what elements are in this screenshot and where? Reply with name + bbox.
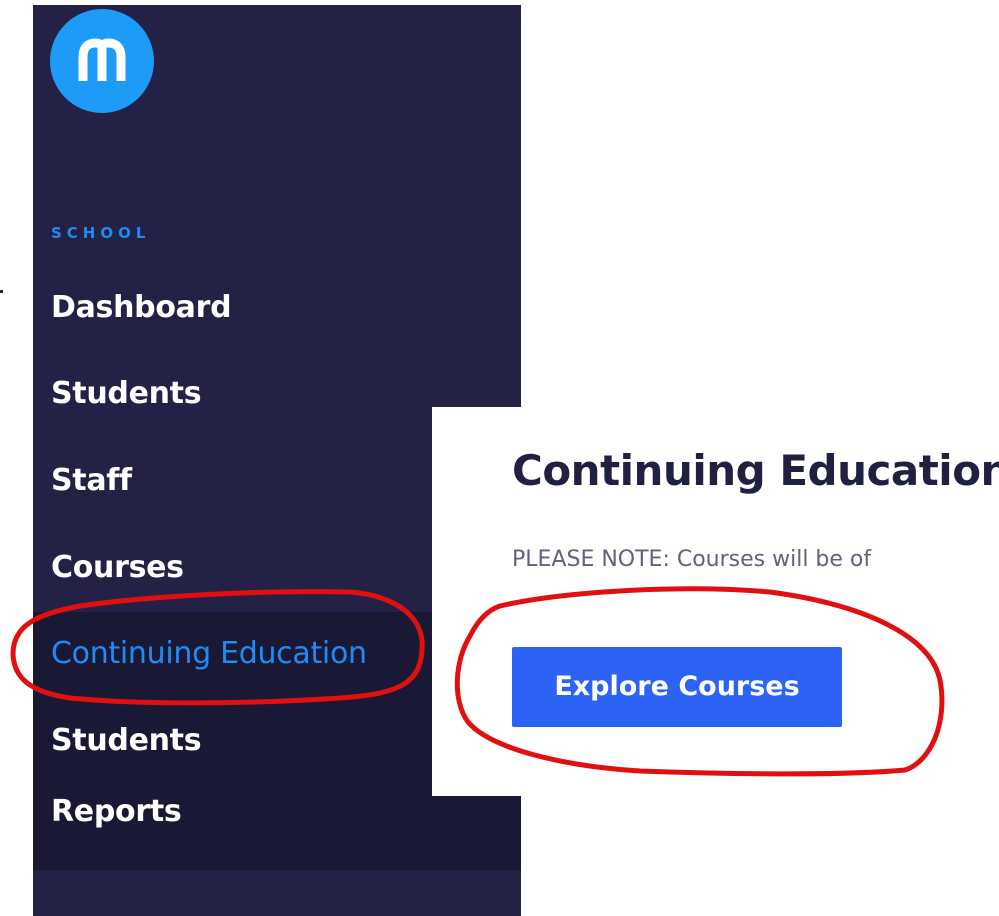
explore-courses-button[interactable]: Explore Courses [512,647,842,727]
stray-mark [0,290,3,293]
m-logo-icon[interactable] [50,9,154,113]
section-label-school: SCHOOL [51,224,151,242]
sidebar-item-reports[interactable]: Reports [33,792,521,832]
courses-note: PLEASE NOTE: Courses will be of [512,547,872,572]
sidebar-item-dashboard[interactable]: Dashboard [33,288,521,328]
main-content-card: Continuing Education PLEASE NOTE: Course… [432,407,999,796]
screenshot-stage: SCHOOL Dashboard Students Staff Courses … [0,0,999,916]
page-title: Continuing Education [512,446,999,495]
